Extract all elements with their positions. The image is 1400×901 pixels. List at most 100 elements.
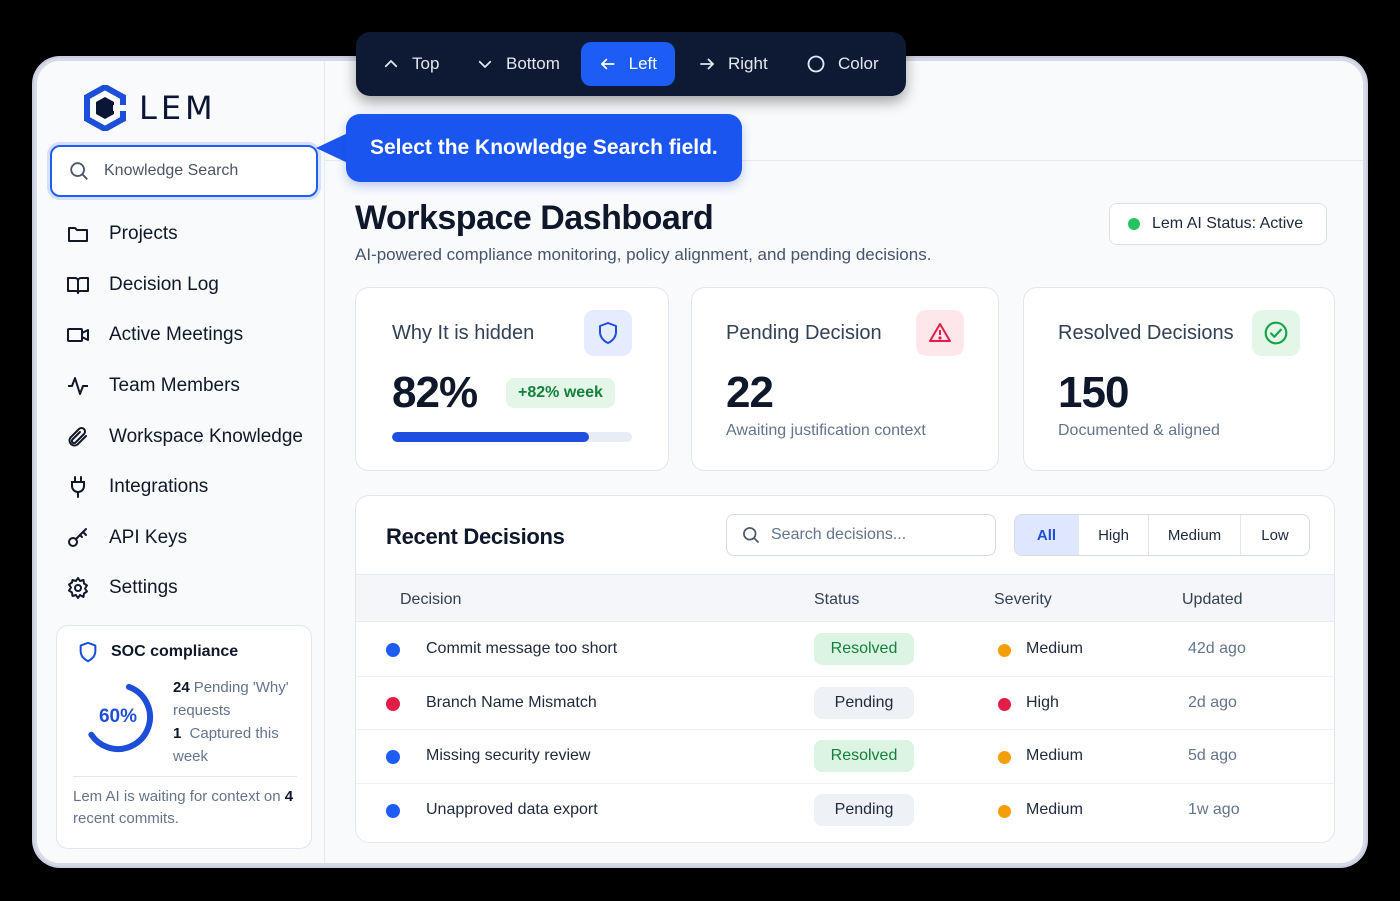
soc-stat-captured-text: Captured this week <box>173 725 279 765</box>
card-value: 82% <box>392 368 478 417</box>
video-icon <box>67 328 89 343</box>
updated-time: 42d ago <box>1188 640 1246 657</box>
sidebar: LEM Projects Decision Log Active Meeting… <box>37 61 325 863</box>
severity-dot <box>998 644 1011 657</box>
toolbar-button-label: Left <box>628 54 657 73</box>
sidebar-item-label: Projects <box>109 223 178 245</box>
card-icon-wrap <box>916 310 964 356</box>
column-header-updated[interactable]: Updated <box>1182 591 1243 609</box>
decision-name: Branch Name Mismatch <box>426 693 597 711</box>
toolbar-color-button[interactable]: Color <box>788 42 897 86</box>
soc-compliance-card: SOC compliance 60% 24 Pending 'Why' reque… <box>56 625 312 849</box>
card-resolved-decisions: Resolved Decisions 150 Documented & alig… <box>1023 287 1335 471</box>
search-icon <box>70 162 88 180</box>
sidebar-item-workspace-knowledge[interactable]: Workspace Knowledge <box>65 411 315 462</box>
severity-label: Medium <box>1026 800 1083 818</box>
soc-footer: Lem AI is waiting for context on 4 recen… <box>73 786 303 830</box>
page-title: Workspace Dashboard <box>355 199 714 237</box>
filter-all[interactable]: All <box>1015 515 1079 555</box>
ai-status-text: Lem AI Status: Active <box>1152 215 1304 232</box>
plug-icon <box>71 476 85 499</box>
updated-time: 2d ago <box>1188 693 1237 711</box>
column-header-decision[interactable]: Decision <box>400 591 461 609</box>
sidebar-item-label: Integrations <box>109 476 209 498</box>
sidebar-item-api-keys[interactable]: API Keys <box>65 513 315 564</box>
table-row[interactable]: Unapproved data export Pending Medium 1w… <box>356 784 1334 838</box>
column-header-status[interactable]: Status <box>814 591 859 609</box>
soc-stat-pending-num: 24 <box>173 679 190 696</box>
column-header-severity[interactable]: Severity <box>994 591 1052 609</box>
severity-dot <box>998 751 1011 765</box>
table-row[interactable]: Commit message too short Resolved Medium… <box>356 623 1334 677</box>
sidebar-item-label: Decision Log <box>109 273 219 295</box>
status-badge: Resolved <box>814 633 914 665</box>
severity-dot <box>998 697 1011 711</box>
paperclip-icon <box>68 426 87 447</box>
status-badge: Pending <box>814 686 914 719</box>
row-indicator-dot <box>386 803 400 818</box>
updated-time: 1w ago <box>1188 800 1240 818</box>
filter-high[interactable]: High <box>1079 515 1149 555</box>
knowledge-search-field[interactable] <box>50 145 318 197</box>
shield-icon <box>79 641 97 663</box>
severity-label: Medium <box>1026 640 1083 657</box>
page-subtitle: AI-powered compliance monitoring, policy… <box>355 245 932 264</box>
toolbar-button-label: Color <box>838 54 879 73</box>
toolbar-button-label: Top <box>412 54 440 73</box>
status-dot <box>1128 218 1140 230</box>
filter-medium[interactable]: Medium <box>1149 515 1241 555</box>
sidebar-item-label: API Keys <box>109 526 188 548</box>
sidebar-item-label: Active Meetings <box>109 324 244 346</box>
recent-decisions-card: Recent Decisions All High Medium Low Dec… <box>355 495 1335 843</box>
toolbar-right-button[interactable]: Right <box>680 42 786 86</box>
toolbar-button-label: Right <box>728 54 768 73</box>
soc-stat-captured: 1 Captured this week <box>173 722 301 768</box>
card-value: 150 <box>1058 368 1129 417</box>
table-row[interactable]: Branch Name Mismatch Pending High 2d ago <box>356 677 1334 731</box>
card-icon-wrap <box>584 310 632 356</box>
sidebar-item-label: Settings <box>109 577 178 599</box>
soc-stat-pending: 24 Pending 'Why' requests <box>173 676 301 722</box>
decision-name: Missing security review <box>426 747 591 765</box>
sidebar-item-active-meetings[interactable]: Active Meetings <box>65 310 315 361</box>
soc-footer-pre: Lem AI is waiting for context on <box>73 788 281 805</box>
toolbar-bottom-button[interactable]: Bottom <box>458 42 578 86</box>
filter-low[interactable]: Low <box>1241 515 1309 555</box>
ai-status-badge: Lem AI Status: Active <box>1109 203 1327 245</box>
sidebar-item-settings[interactable]: Settings <box>65 563 315 614</box>
sidebar-item-team-members[interactable]: Team Members <box>65 361 315 412</box>
soc-percent: 60% <box>98 706 138 727</box>
sidebar-item-projects[interactable]: Projects <box>65 209 315 260</box>
sidebar-item-decision-log[interactable]: Decision Log <box>65 260 315 311</box>
decisions-search-field[interactable] <box>726 514 996 556</box>
soc-stat-pending-text: Pending 'Why' requests <box>173 679 289 719</box>
toolbar-left-button[interactable]: Left <box>581 42 675 86</box>
check-circle-icon <box>1264 321 1288 345</box>
key-icon <box>68 527 87 547</box>
instruction-callout: Select the Knowledge Search field. <box>346 114 742 182</box>
chevron-up-icon <box>384 60 398 68</box>
severity-label: High <box>1026 693 1059 711</box>
progress-bar-fill <box>392 432 589 442</box>
row-indicator-dot <box>386 643 400 657</box>
decisions-search-input[interactable] <box>771 526 981 544</box>
soc-title: SOC compliance <box>111 643 239 660</box>
decision-name: Commit message too short <box>426 640 618 657</box>
toolbar-top-button[interactable]: Top <box>364 42 457 86</box>
callout-pointer <box>316 132 350 164</box>
logo: LEM <box>83 85 217 131</box>
soc-header: SOC compliance <box>77 640 238 664</box>
soc-footer-num: 4 <box>284 788 294 805</box>
sidebar-item-label: Team Members <box>109 375 240 397</box>
section-title: Recent Decisions <box>386 524 565 549</box>
sidebar-item-integrations[interactable]: Integrations <box>65 462 315 513</box>
brand-name: LEM <box>139 89 217 127</box>
book-icon <box>67 276 89 294</box>
severity-label: Medium <box>1026 747 1083 765</box>
updated-time: 5d ago <box>1188 747 1237 765</box>
card-subtext: Documented & aligned <box>1058 422 1220 439</box>
knowledge-search-input[interactable] <box>104 162 294 180</box>
card-pending-decision: Pending Decision 22 Awaiting justificati… <box>691 287 999 471</box>
status-badge: Resolved <box>814 740 914 773</box>
table-row[interactable]: Missing security review Resolved Medium … <box>356 730 1334 784</box>
